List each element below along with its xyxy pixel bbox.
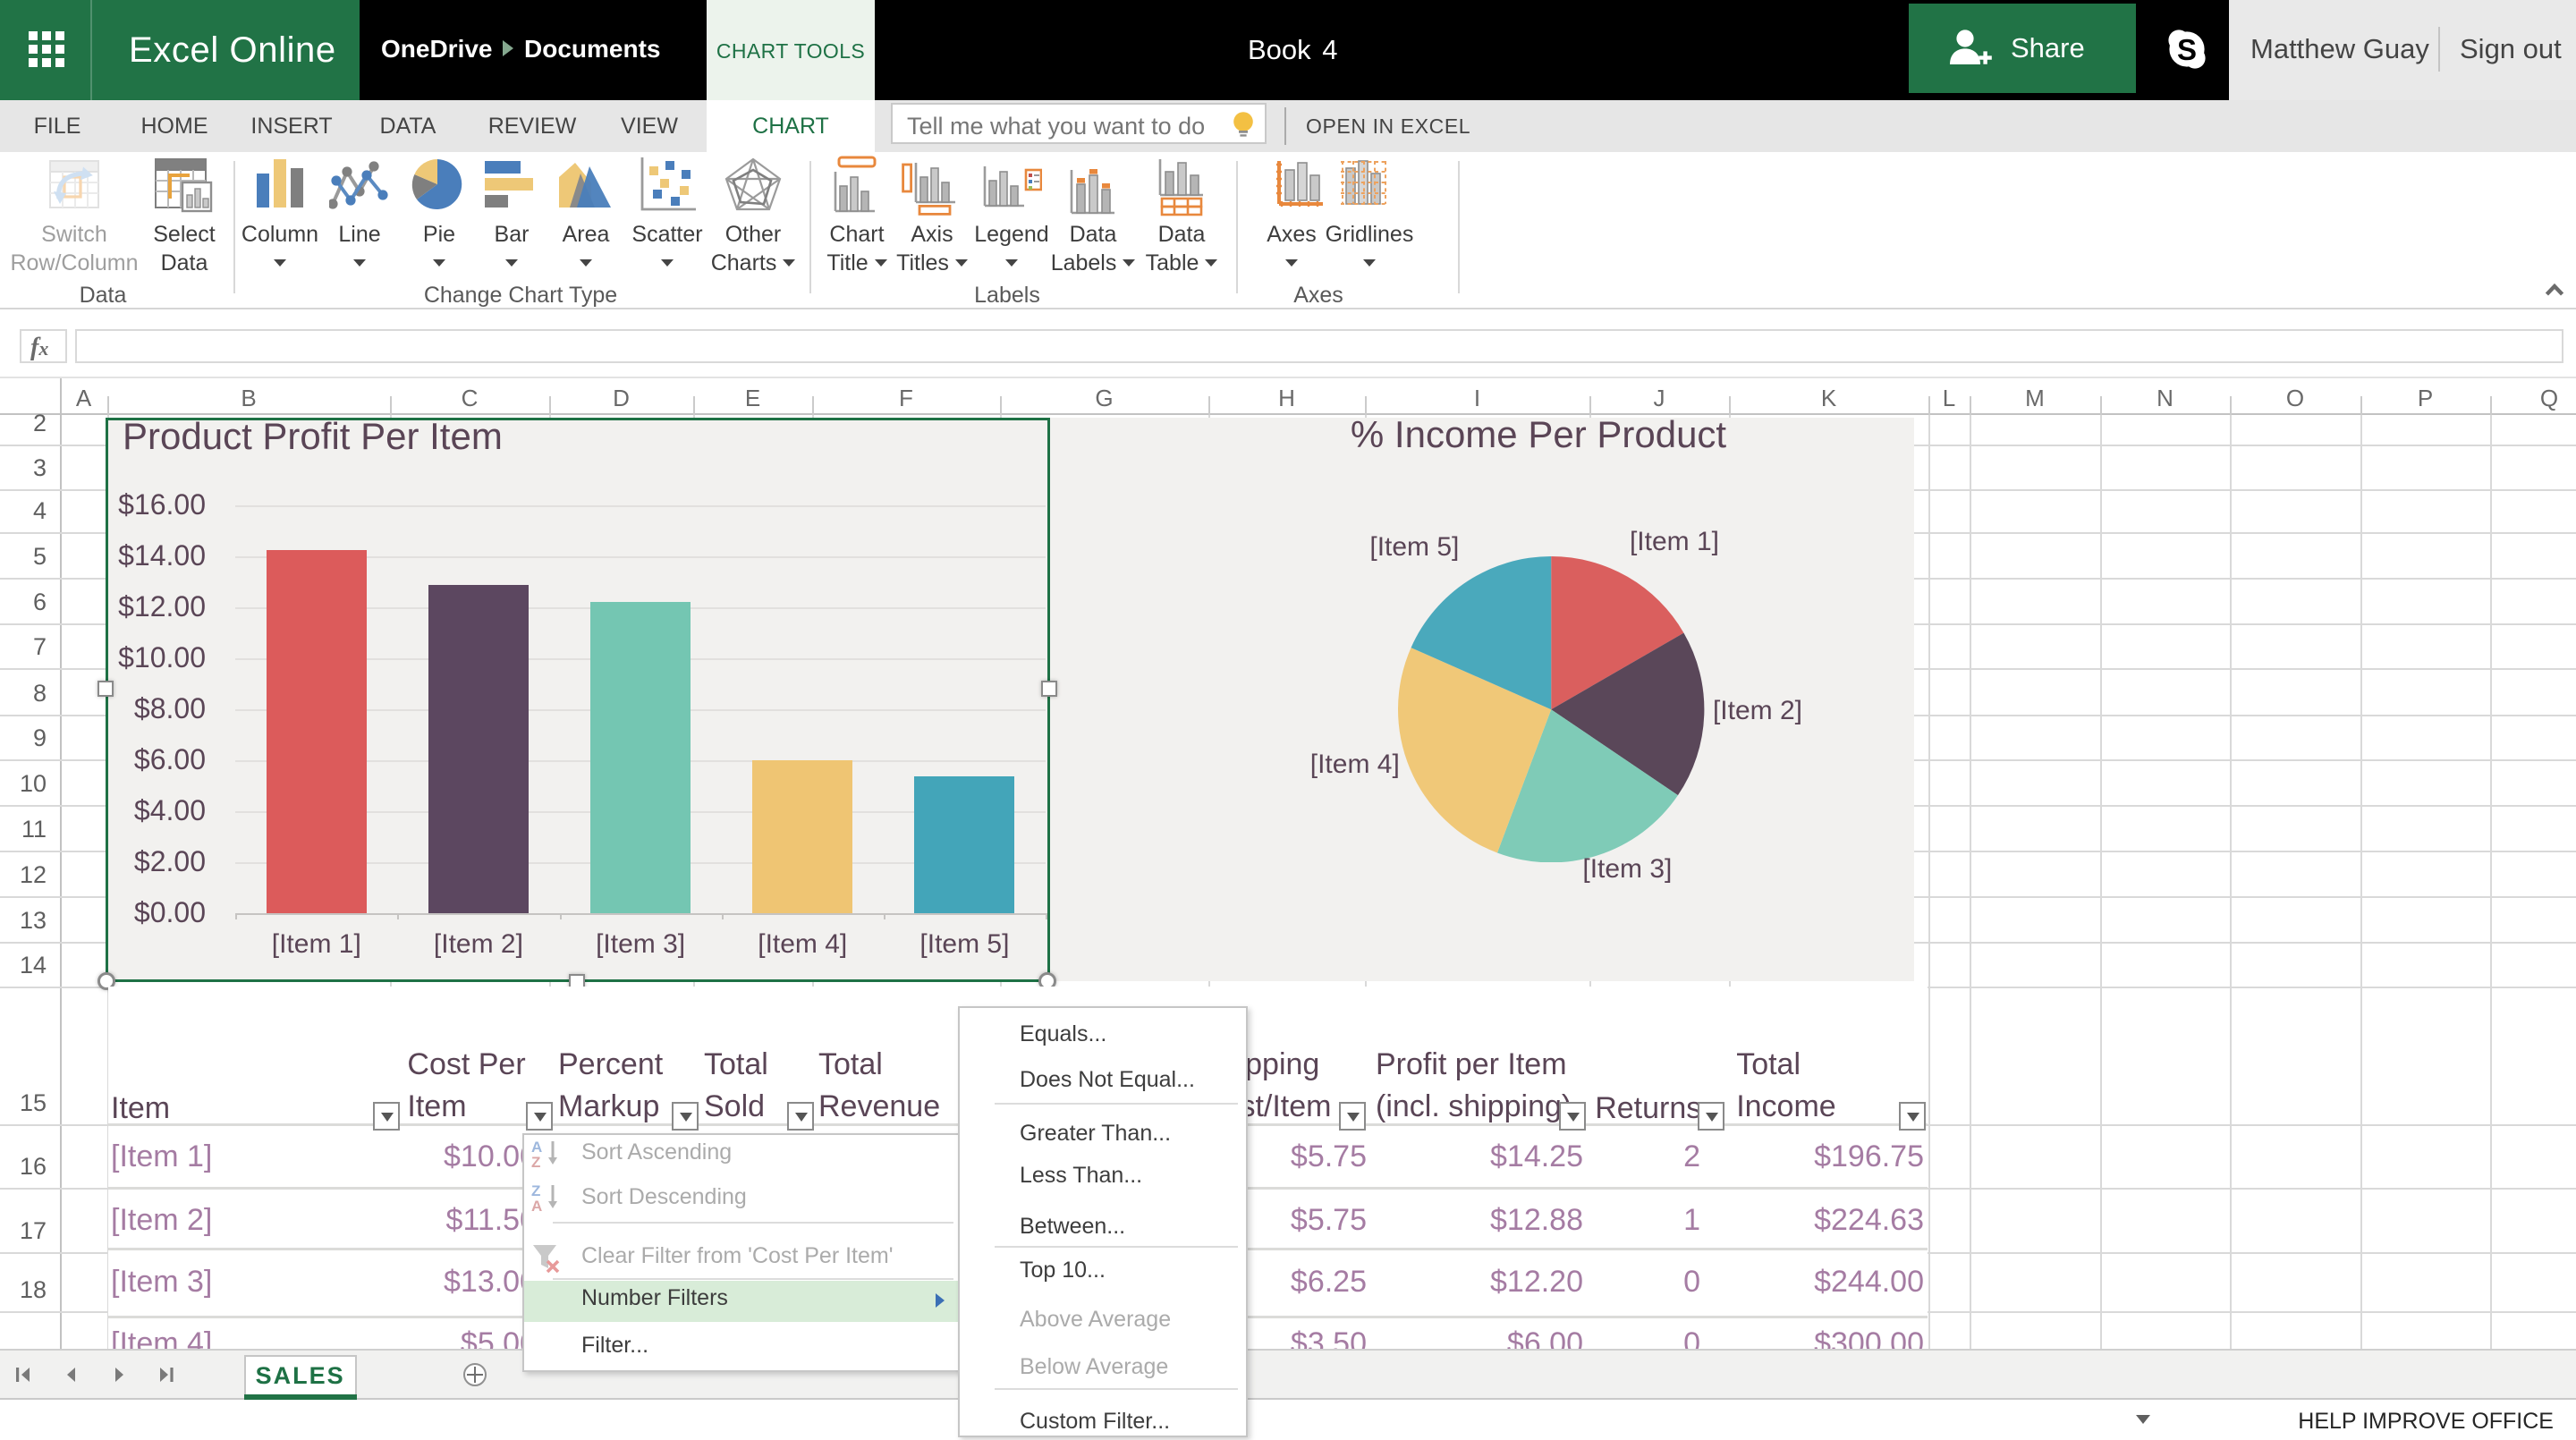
svg-text:Z: Z (531, 1154, 540, 1168)
svg-text:S: S (2177, 33, 2197, 66)
svg-text:A: A (531, 1198, 542, 1212)
